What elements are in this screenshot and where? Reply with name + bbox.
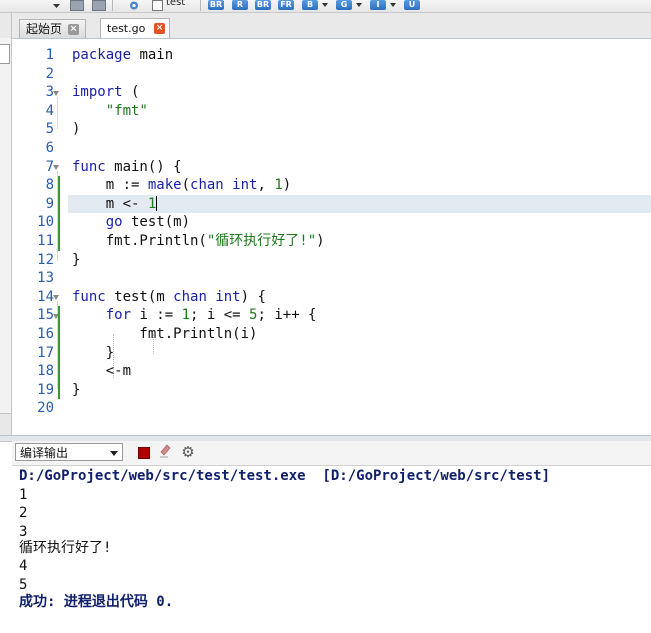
- format-g-button[interactable]: G: [336, 0, 352, 10]
- output-status: 成功: 进程退出代码 0.: [19, 594, 174, 610]
- text-caret: [156, 196, 158, 212]
- toolbar-icon-b[interactable]: [92, 0, 106, 11]
- output-line: 5: [19, 576, 28, 593]
- code-line: "fmt": [105, 102, 148, 119]
- line-number: 4: [45, 102, 54, 119]
- code-line: }: [72, 381, 81, 398]
- stop-icon[interactable]: [138, 447, 150, 459]
- test-checkbox[interactable]: [152, 0, 163, 11]
- tab-start-page[interactable]: 起始页 ×: [19, 19, 86, 38]
- line-number: 14: [37, 288, 54, 305]
- line-number: 16: [37, 326, 54, 342]
- current-code-line: m <- 1: [68, 194, 651, 214]
- close-icon[interactable]: ×: [68, 24, 79, 35]
- line-number: 11: [37, 233, 54, 249]
- line-number: 17: [37, 344, 54, 361]
- left-panel-header: [0, 13, 12, 38]
- format-i-button[interactable]: I: [370, 0, 386, 10]
- tab-test-go[interactable]: test.go ×: [100, 18, 170, 38]
- line-number: 3: [45, 84, 54, 101]
- toolbar-separator: [112, 0, 113, 11]
- code-line: func main() {: [72, 158, 182, 175]
- line-number: 8: [45, 177, 54, 194]
- code-text-area[interactable]: package main import ( "fmt" ) func main(…: [68, 39, 651, 435]
- output-panel-select[interactable]: 编译输出: [15, 443, 123, 461]
- code-line: m := make(chan int, 1): [72, 177, 292, 194]
- line-number: 1: [45, 47, 54, 63]
- line-number: 10: [37, 214, 54, 231]
- toolbar-separator: [200, 0, 201, 11]
- left-panel: [0, 38, 12, 440]
- line-number: 18: [37, 363, 54, 380]
- code-line: fmt.Println("循环执行好了!"): [72, 233, 325, 249]
- code-line: func test(m chan int) {: [72, 288, 266, 305]
- line-number: 7: [45, 158, 54, 175]
- fold-toggle-icon[interactable]: [53, 165, 59, 170]
- line-number: 15: [37, 307, 54, 324]
- format-fr-button[interactable]: FR: [278, 0, 294, 10]
- code-line: package main: [72, 47, 174, 63]
- line-number: 5: [45, 121, 54, 138]
- chevron-down-icon[interactable]: [390, 3, 396, 7]
- modified-lines-marker: [58, 176, 60, 251]
- code-line: fmt.Println(i): [72, 326, 258, 342]
- line-number: 9: [45, 195, 54, 212]
- output-line: 4: [19, 558, 28, 574]
- line-number: 12: [37, 251, 54, 268]
- fold-toggle-icon[interactable]: [53, 91, 59, 96]
- tab-label: 起始页: [26, 22, 63, 36]
- code-line: }: [72, 344, 115, 361]
- code-editor[interactable]: 1 2 3 4 5 6 7 8 9 10 11 12 13 14 15 16 1…: [12, 39, 651, 435]
- line-number-gutter: 1 2 3 4 5 6 7 8 9 10 11 12 13 14 15 16 1…: [12, 39, 66, 435]
- code-line: go test(m): [105, 214, 191, 231]
- code-line: }: [72, 251, 81, 268]
- chevron-down-icon[interactable]: [322, 3, 328, 7]
- line-number: 6: [45, 140, 54, 156]
- chevron-down-icon[interactable]: [356, 3, 362, 7]
- output-console[interactable]: D:/GoProject/web/src/test/test.exe [D:/G…: [12, 466, 651, 633]
- editor-tab-bar: 起始页 × test.go ×: [0, 13, 651, 39]
- line-number: 2: [45, 65, 54, 82]
- gear-icon[interactable]: [127, 0, 141, 11]
- format-b-button[interactable]: B: [302, 0, 318, 10]
- format-u-button[interactable]: U: [404, 0, 420, 10]
- tab-label: test.go: [107, 22, 146, 35]
- format-r-button[interactable]: R: [232, 0, 248, 10]
- code-line: for i := 1; i <= 5; i++ {: [105, 307, 317, 324]
- clear-output-icon[interactable]: [158, 444, 172, 460]
- fold-line: [57, 97, 58, 129]
- output-line: 2: [19, 505, 28, 522]
- line-number: 20: [37, 400, 54, 417]
- modified-lines-marker: [58, 306, 60, 399]
- output-line: 循环执行好了!: [19, 540, 112, 557]
- line-number: 19: [37, 381, 54, 398]
- format-br-button[interactable]: BR: [208, 0, 224, 10]
- chevron-down-icon: [110, 451, 118, 456]
- toolbar-icon-a[interactable]: [70, 0, 84, 11]
- test-checkbox-label: test: [166, 0, 186, 8]
- close-icon[interactable]: ×: [154, 23, 165, 34]
- output-line: 1: [19, 486, 28, 503]
- main-toolbar: test BR R BR FR B G I U: [0, 0, 651, 13]
- output-toolbar: 编译输出 ⚙: [12, 441, 651, 466]
- line-number: 13: [37, 270, 54, 287]
- code-line: import (: [72, 84, 140, 101]
- output-header: D:/GoProject/web/src/test/test.exe [D:/G…: [19, 468, 551, 484]
- output-panel-select-value: 编译输出: [20, 446, 69, 460]
- gear-icon[interactable]: ⚙: [180, 444, 196, 460]
- left-panel-dropdown[interactable]: [0, 44, 10, 64]
- code-line: <-m: [72, 363, 132, 380]
- fold-toggle-icon[interactable]: [53, 295, 59, 300]
- code-line: ): [72, 121, 81, 138]
- chevron-down-icon[interactable]: [52, 1, 61, 10]
- format-br2-button[interactable]: BR: [255, 0, 271, 10]
